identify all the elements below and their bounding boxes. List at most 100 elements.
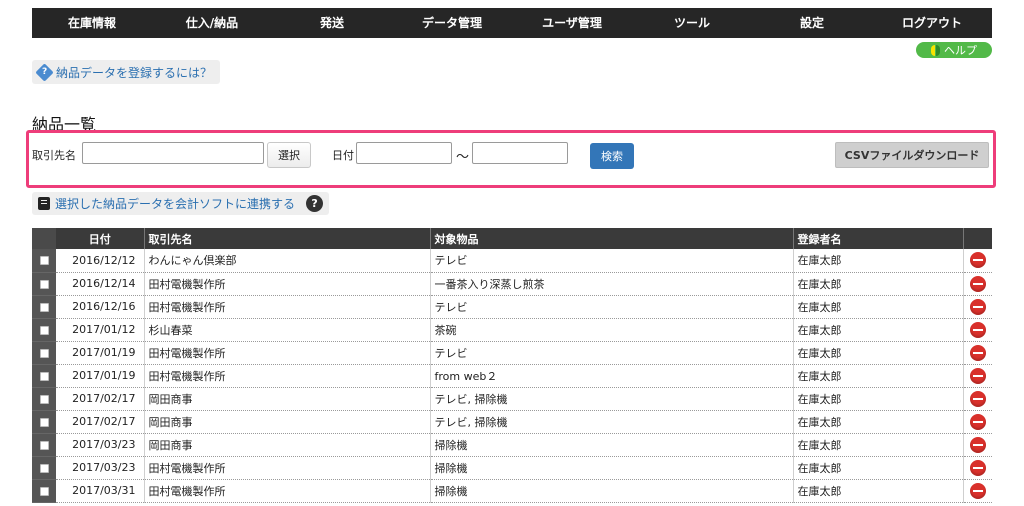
row-client: 田村電機製作所 — [144, 456, 431, 480]
row-checkbox[interactable] — [39, 279, 49, 289]
row-checkbox[interactable] — [39, 302, 49, 312]
row-item: 掃除機 — [430, 456, 794, 480]
row-item: 掃除機 — [430, 433, 794, 457]
row-delete-cell — [963, 387, 992, 411]
table-row[interactable]: 2017/02/17 岡田商事 テレビ, 掃除機 在庫太郎 — [32, 387, 992, 411]
howto-label: 納品データを登録するには？ — [56, 65, 213, 80]
row-checkbox[interactable] — [39, 486, 49, 496]
nav-item-logout[interactable]: ログアウト — [872, 8, 992, 38]
row-client: わんにゃん倶楽部 — [144, 249, 431, 273]
table-row[interactable]: 2016/12/12 わんにゃん倶楽部 テレビ 在庫太郎 — [32, 249, 992, 273]
row-checkbox-cell — [32, 249, 56, 273]
table-row[interactable]: 2016/12/14 田村電機製作所 一番茶入り深蒸し煎茶 在庫太郎 — [32, 272, 992, 296]
row-client: 岡田商事 — [144, 410, 431, 434]
nav-item-shipping[interactable]: 発送 — [272, 8, 392, 38]
row-item: テレビ, 掃除機 — [430, 410, 794, 434]
delete-icon[interactable] — [969, 413, 986, 430]
row-checkbox[interactable] — [39, 348, 49, 358]
table-header-row: 日付 取引先名 対象物品 登録者名 — [32, 228, 992, 249]
delete-icon[interactable] — [969, 298, 986, 315]
row-date: 2017/01/12 — [56, 318, 145, 342]
row-checkbox[interactable] — [39, 463, 49, 473]
row-client: 岡田商事 — [144, 433, 431, 457]
row-user: 在庫太郎 — [793, 341, 964, 365]
help-button[interactable]: ヘルプ — [916, 42, 992, 58]
row-item: テレビ — [430, 249, 794, 273]
nav-item-user-management[interactable]: ユーザ管理 — [512, 8, 632, 38]
table-row[interactable]: 2016/12/16 田村電機製作所 テレビ 在庫太郎 — [32, 295, 992, 319]
row-delete-cell — [963, 249, 992, 273]
nav-item-purchase-delivery[interactable]: 仕入/納品 — [152, 8, 272, 38]
header-client[interactable]: 取引先名 — [144, 228, 431, 249]
row-user: 在庫太郎 — [793, 456, 964, 480]
row-date: 2017/03/31 — [56, 479, 145, 503]
search-panel: 取引先名 選択 日付 〜 検索 CSVファイルダウンロード — [26, 130, 996, 188]
row-checkbox[interactable] — [39, 325, 49, 335]
row-checkbox-cell — [32, 341, 56, 365]
row-checkbox[interactable] — [39, 256, 49, 266]
row-user: 在庫太郎 — [793, 249, 964, 273]
row-checkbox-cell — [32, 479, 56, 503]
table-row[interactable]: 2017/01/19 田村電機製作所 from web２ 在庫太郎 — [32, 364, 992, 388]
main-nav: 在庫情報 仕入/納品 発送 データ管理 ユーザ管理 ツール 設定 ログアウト — [32, 8, 992, 38]
row-delete-cell — [963, 341, 992, 365]
table-row[interactable]: 2017/03/23 岡田商事 掃除機 在庫太郎 — [32, 433, 992, 457]
header-user[interactable]: 登録者名 — [793, 228, 964, 249]
delete-icon[interactable] — [969, 252, 986, 269]
table-row[interactable]: 2017/03/31 田村電機製作所 掃除機 在庫太郎 — [32, 479, 992, 503]
row-item: 茶碗 — [430, 318, 794, 342]
row-checkbox-cell — [32, 410, 56, 434]
row-user: 在庫太郎 — [793, 318, 964, 342]
row-checkbox[interactable] — [39, 371, 49, 381]
date-to-input[interactable] — [472, 142, 568, 164]
csv-download-button[interactable]: CSVファイルダウンロード — [835, 142, 989, 168]
row-user: 在庫太郎 — [793, 272, 964, 296]
beginner-leaf-icon — [931, 44, 940, 56]
row-date: 2016/12/12 — [56, 249, 145, 273]
accounting-sync-link[interactable]: 選択した納品データを会計ソフトに連携する ? — [32, 192, 330, 215]
row-date: 2017/03/23 — [56, 433, 145, 457]
nav-item-inventory[interactable]: 在庫情報 — [32, 8, 152, 38]
delete-icon[interactable] — [969, 344, 986, 361]
row-client: 田村電機製作所 — [144, 479, 431, 503]
table-body: 2016/12/12 わんにゃん倶楽部 テレビ 在庫太郎 2016/12/14 田村電機製… — [32, 249, 992, 503]
date-from-input[interactable] — [356, 142, 452, 164]
nav-item-settings[interactable]: 設定 — [752, 8, 872, 38]
table-row[interactable]: 2017/03/23 田村電機製作所 掃除機 在庫太郎 — [32, 456, 992, 480]
search-button[interactable]: 検索 — [590, 143, 634, 169]
delete-icon[interactable] — [969, 367, 986, 384]
row-client: 田村電機製作所 — [144, 272, 431, 296]
row-checkbox-cell — [32, 295, 56, 319]
row-user: 在庫太郎 — [793, 295, 964, 319]
delete-icon[interactable] — [969, 275, 986, 292]
nav-item-tools[interactable]: ツール — [632, 8, 752, 38]
help-question-icon[interactable]: ? — [306, 195, 324, 212]
client-name-input[interactable] — [82, 142, 264, 164]
row-checkbox-cell — [32, 364, 56, 388]
table-row[interactable]: 2017/01/12 杉山春菜 茶碗 在庫太郎 — [32, 318, 992, 342]
row-user: 在庫太郎 — [793, 387, 964, 411]
delete-icon[interactable] — [969, 459, 986, 476]
row-user: 在庫太郎 — [793, 433, 964, 457]
row-delete-cell — [963, 272, 992, 296]
row-checkbox[interactable] — [39, 394, 49, 404]
row-delete-cell — [963, 318, 992, 342]
table-row[interactable]: 2017/02/17 岡田商事 テレビ, 掃除機 在庫太郎 — [32, 410, 992, 434]
row-checkbox[interactable] — [39, 440, 49, 450]
delete-icon[interactable] — [969, 390, 986, 407]
delete-icon[interactable] — [969, 482, 986, 499]
howto-link[interactable]: ? 納品データを登録するには？ — [32, 60, 221, 84]
row-delete-cell — [963, 364, 992, 388]
delete-icon[interactable] — [969, 436, 986, 453]
row-checkbox[interactable] — [39, 417, 49, 427]
nav-item-data-management[interactable]: データ管理 — [392, 8, 512, 38]
row-checkbox-cell — [32, 433, 56, 457]
row-checkbox-cell — [32, 272, 56, 296]
select-client-button[interactable]: 選択 — [267, 142, 311, 168]
table-row[interactable]: 2017/01/19 田村電機製作所 テレビ 在庫太郎 — [32, 341, 992, 365]
delete-icon[interactable] — [969, 321, 986, 338]
row-client: 田村電機製作所 — [144, 341, 431, 365]
header-item[interactable]: 対象物品 — [430, 228, 794, 249]
header-date[interactable]: 日付 — [56, 228, 145, 249]
row-client: 田村電機製作所 — [144, 295, 431, 319]
